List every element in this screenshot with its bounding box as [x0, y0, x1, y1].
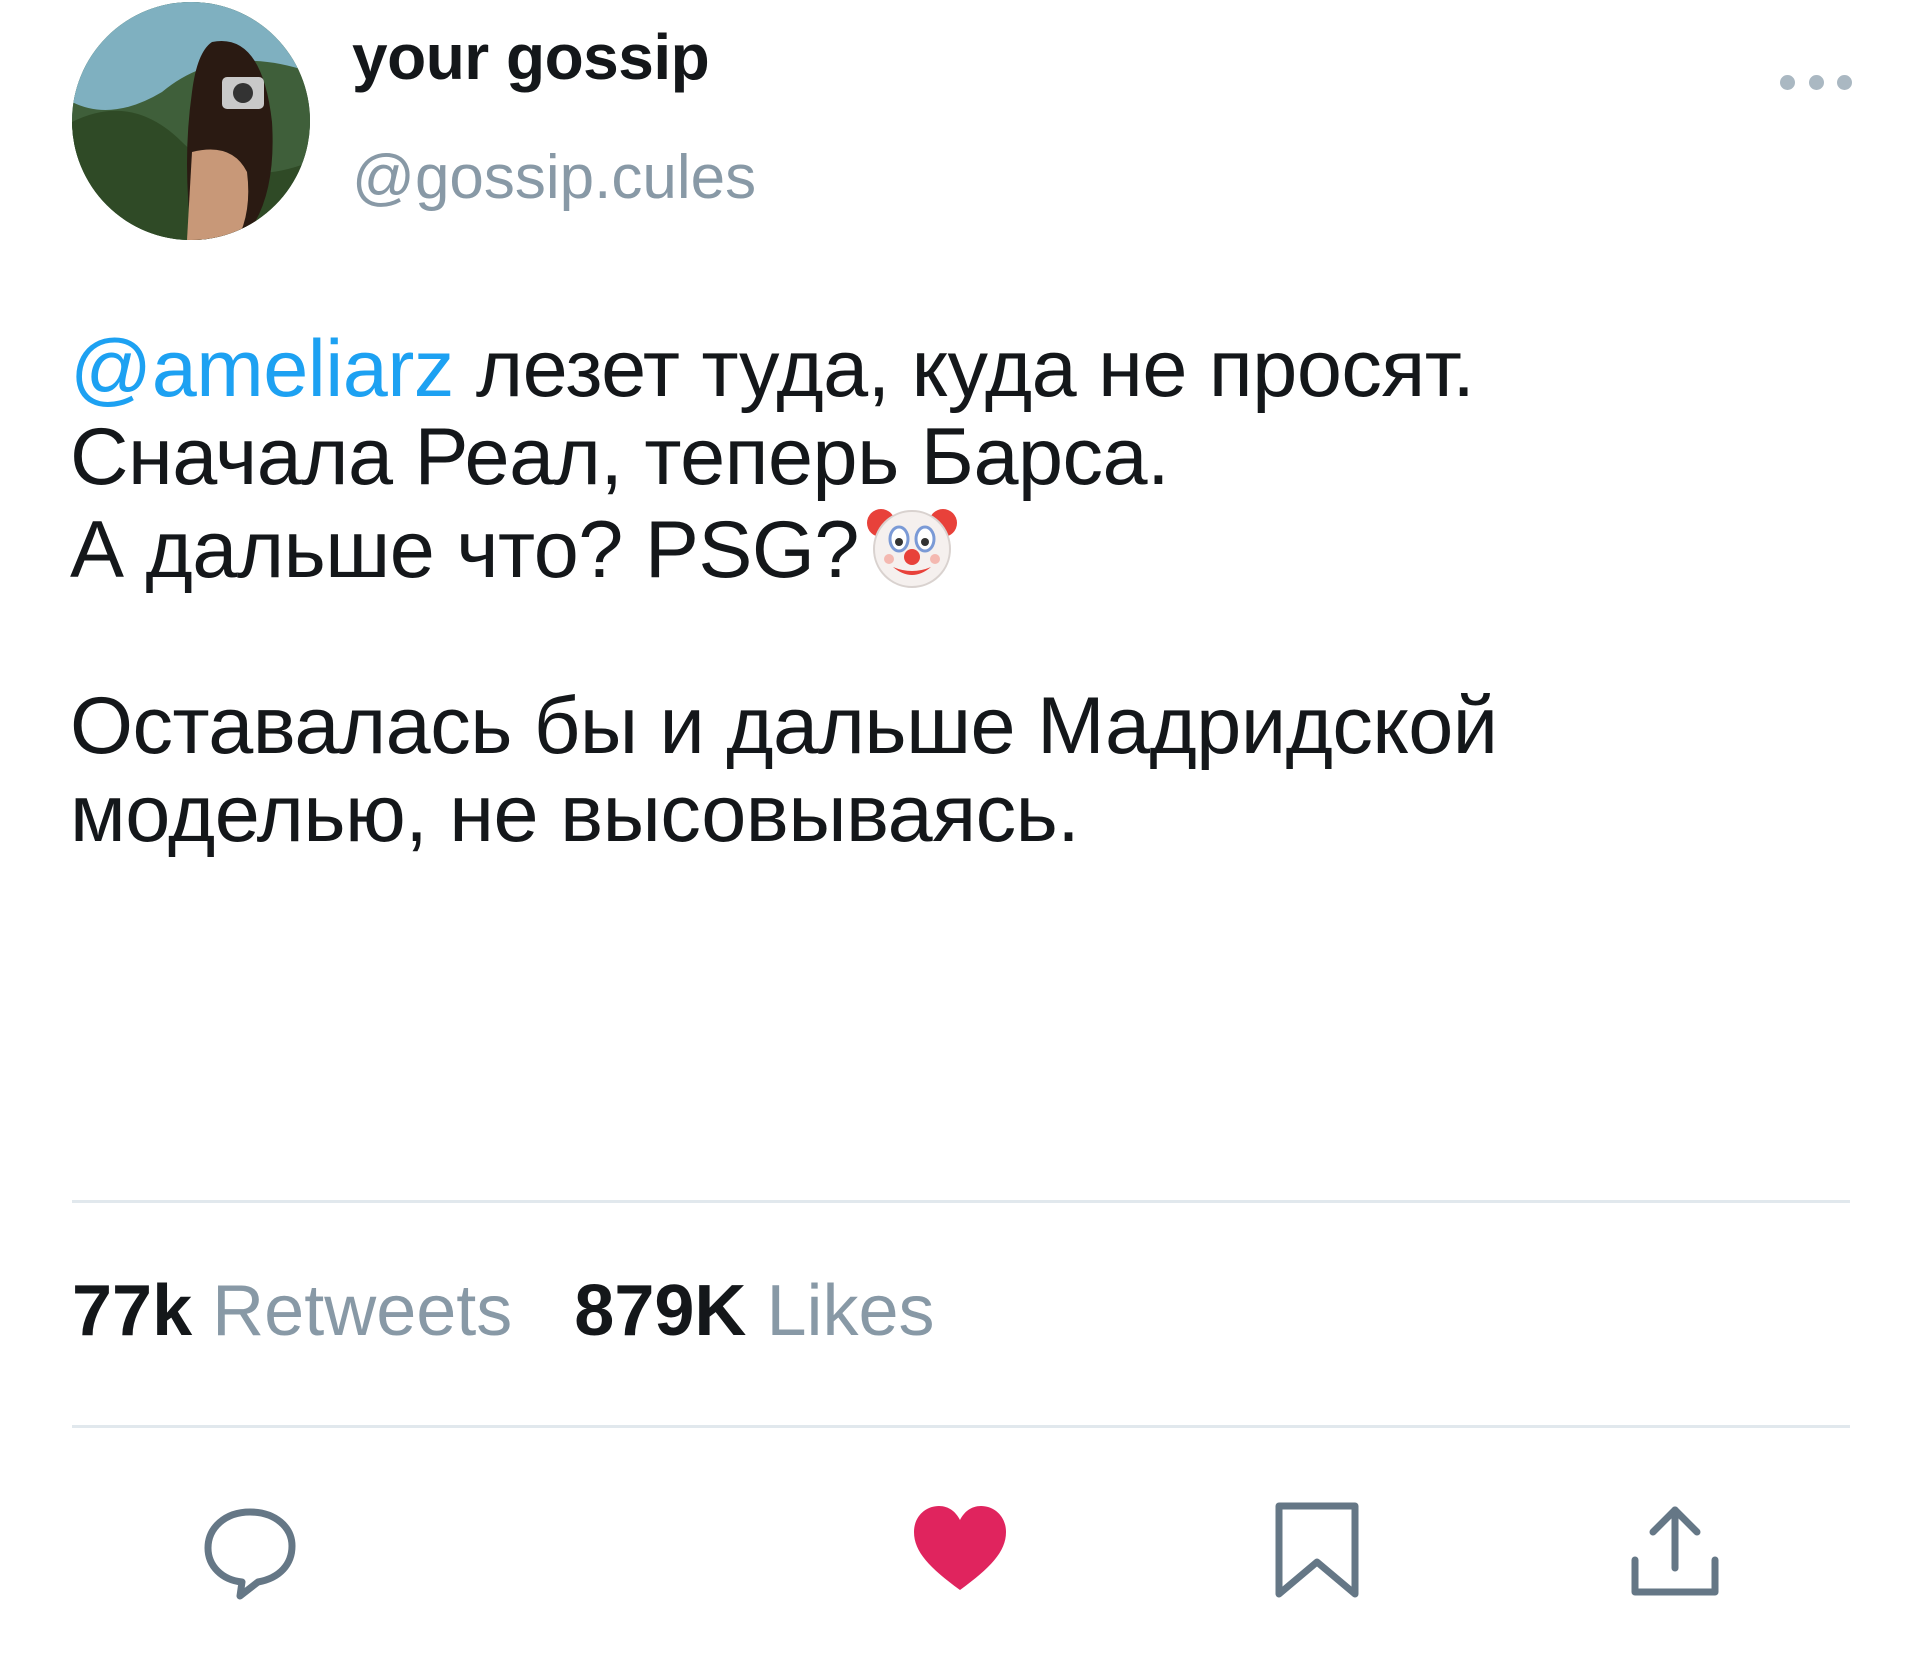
stats-bottom-divider: [72, 1425, 1850, 1428]
tweet-line-3-text: А дальше что? PSG?: [70, 505, 859, 595]
likes-label: Likes: [766, 1271, 935, 1351]
tweet-line-4: Оставалась бы и дальше Мадридской: [70, 681, 1498, 771]
tweet-card: your gossip @gossip.cules @ameliarz лезе…: [0, 0, 1920, 1660]
heart-icon: [914, 1506, 1006, 1590]
likes-stat[interactable]: 879K Likes: [574, 1271, 934, 1351]
bookmark-icon: [1275, 1502, 1359, 1598]
retweets-stat[interactable]: 77k Retweets: [72, 1271, 512, 1351]
likes-count: 879K: [574, 1271, 747, 1351]
more-dot-icon: [1780, 74, 1795, 90]
tweet-line-1-text: лезет туда, куда не просят.: [453, 324, 1475, 414]
more-options-button[interactable]: [1780, 70, 1852, 94]
user-handle[interactable]: @gossip.cules: [352, 142, 756, 213]
engagement-stats: 77k Retweets 879K Likes: [72, 1270, 935, 1352]
clown-face-emoji-icon: [866, 509, 957, 588]
tweet-line-1: @ameliarz лезет туда, куда не просят.: [70, 325, 1830, 413]
tweet-line-3: А дальше что? PSG?: [70, 501, 1830, 594]
share-button[interactable]: [1625, 1500, 1725, 1600]
tweet-text: @ameliarz лезет туда, куда не просят. Сн…: [70, 325, 1830, 858]
retweets-label: Retweets: [212, 1271, 513, 1351]
stats-top-divider: [72, 1200, 1850, 1203]
author-avatar[interactable]: [72, 2, 310, 240]
reply-bubble-icon: [204, 1508, 296, 1600]
like-button[interactable]: [910, 1500, 1010, 1600]
display-name[interactable]: your gossip: [352, 20, 710, 94]
retweets-count: 77k: [72, 1271, 193, 1351]
tweet-line-2: Сначала Реал, теперь Барса.: [70, 412, 1170, 502]
mention-link[interactable]: @ameliarz: [70, 324, 454, 414]
profile-photo-icon: [72, 2, 310, 240]
reply-button[interactable]: [200, 1500, 300, 1600]
share-icon: [1631, 1506, 1719, 1596]
tweet-line-5: моделью, не высовываясь.: [70, 769, 1080, 859]
bookmark-button[interactable]: [1267, 1500, 1367, 1600]
more-dot-icon: [1808, 74, 1824, 90]
more-dot-icon: [1837, 74, 1852, 90]
